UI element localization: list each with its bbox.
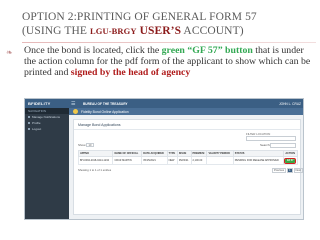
banner-title: Fidelity Bond Online Application (81, 109, 129, 114)
cell-action: GF 57 (283, 156, 298, 165)
sidebar-item-label: Manage Notifications (32, 115, 61, 119)
card-title: Manage Bond Applications (78, 123, 121, 127)
page-banner: Fidelity Bond Online Application (69, 108, 303, 115)
cell-validity (206, 156, 234, 165)
card-divider (74, 129, 300, 130)
cell-issue: 05/20/21 (176, 156, 192, 165)
title-divider (22, 42, 316, 43)
user-icon (28, 122, 30, 124)
cell-name: CRUZ MARTIN (112, 156, 143, 165)
logout-icon (28, 128, 30, 130)
search-input[interactable] (270, 142, 296, 148)
table-info: Showing 1 to 1 of 1 entries (78, 168, 112, 172)
app-screenshot: BFIDELITY ☰ BUREAU OF THE TREASURY JOHN … (24, 98, 304, 220)
applications-card: Manage Bond Applications FILTER LOCATION… (73, 119, 303, 215)
instruction-bullet: Once the bond is located, click the gree… (24, 45, 314, 78)
menu-icon[interactable]: ☰ (71, 101, 79, 107)
cell-type: NEW (166, 156, 178, 165)
pager-page-1[interactable]: 1 (287, 168, 293, 173)
sidebar-item-label: Profile (32, 121, 41, 125)
slide-title-line2: (USING THE LGU-BRGY USER’S ACCOUNT) (22, 24, 316, 38)
pagination: Previous 1 Next (272, 168, 303, 173)
bullet-marker-icon: ❧ (6, 48, 13, 57)
title-users: USER’S (139, 25, 182, 37)
slide-title-line1: OPTION 2:PRINTING OF GENERAL FORM 57 (22, 11, 257, 23)
seal-icon (73, 109, 78, 114)
title-post: ACCOUNT) (181, 25, 244, 37)
bureau-name: BUREAU OF THE TREASURY (83, 101, 128, 106)
pager-previous[interactable]: Previous (272, 168, 287, 173)
page-size-select[interactable]: 10 (86, 142, 94, 147)
bullet-text-1: Once the bond is located, click the (24, 45, 162, 56)
slide-title: OPTION 2:PRINTING OF GENERAL FORM 57 (US… (22, 10, 316, 38)
gf57-button[interactable]: GF 57 (283, 156, 297, 165)
search-label: Search: (260, 143, 271, 147)
app-topbar: BFIDELITY ☰ BUREAU OF THE TREASURY JOHN … (25, 99, 303, 108)
sidebar: NAVIGATION Manage Notifications Profile … (25, 108, 69, 219)
bullet-text-red: signed by the head of agency (70, 67, 191, 78)
applications-table: APPNO NAME OF OFFICIAL DATE ACQUIRED TYP… (77, 150, 298, 165)
user-menu[interactable]: JOHN L. CRUZ (279, 102, 301, 106)
bullet-text-green: green “GF 57” button (161, 45, 253, 56)
sidebar-item-label: Logout (32, 127, 42, 131)
bell-icon (28, 116, 30, 118)
cell-premium: 2,100.00 (190, 156, 208, 165)
title-pre: (USING THE (22, 25, 90, 37)
app-brand: BFIDELITY (28, 101, 51, 106)
sidebar-item-logout[interactable]: Logout (25, 126, 69, 132)
title-org: LGU-BRGY (89, 26, 137, 36)
table-row: BH-0094-2018-0414-1234 CRUZ MARTIN 05/15… (77, 156, 298, 165)
pager-next[interactable]: Next (293, 168, 303, 173)
cell-appno: BH-0094-2018-0414-1234 (77, 156, 114, 165)
filter-select[interactable] (246, 136, 296, 141)
cell-status: PENDING FOR RELEASE APPROVED (232, 156, 285, 165)
cell-date: 05/15/2021 (141, 156, 168, 165)
show-label: Show (78, 143, 86, 147)
